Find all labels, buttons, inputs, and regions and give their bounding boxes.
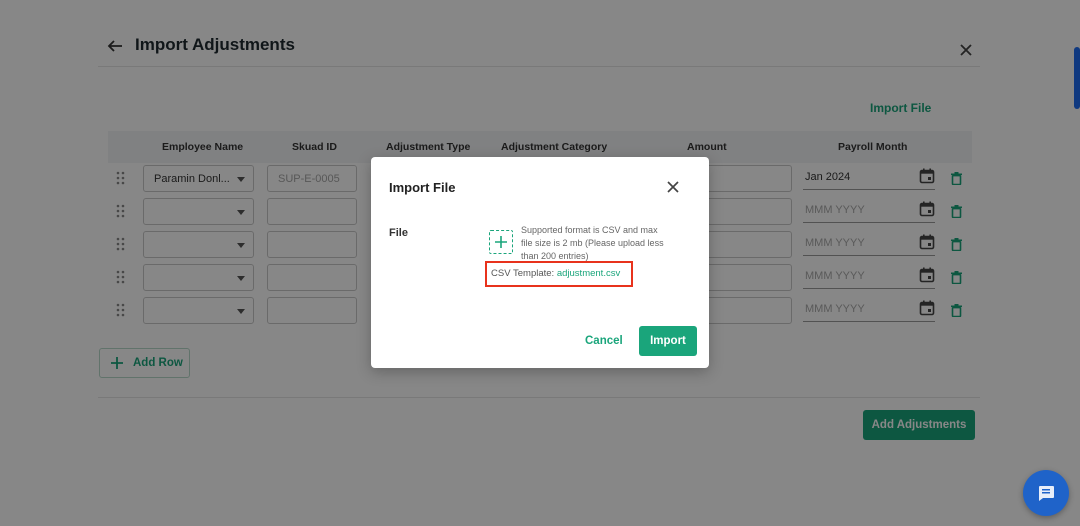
import-button[interactable]: Import (639, 326, 697, 356)
plus-icon (495, 236, 507, 248)
cancel-button[interactable]: Cancel (585, 335, 623, 347)
dialog-title: Import File (389, 180, 456, 195)
import-file-dialog: Import File File Supported format is CSV… (371, 157, 709, 368)
chat-icon (1039, 486, 1054, 501)
csv-template-highlight: CSV Template: adjustment.csv (485, 261, 633, 287)
chat-button[interactable] (1023, 470, 1069, 516)
close-icon[interactable] (667, 181, 679, 193)
file-label: File (389, 227, 408, 239)
file-upload-button[interactable] (489, 230, 513, 254)
csv-template-link[interactable]: adjustment.csv (557, 268, 620, 279)
csv-template-label: CSV Template: (491, 268, 555, 279)
upload-hint: Supported format is CSV and max file siz… (521, 225, 664, 261)
csv-template-row: CSV Template: adjustment.csv (491, 268, 620, 279)
